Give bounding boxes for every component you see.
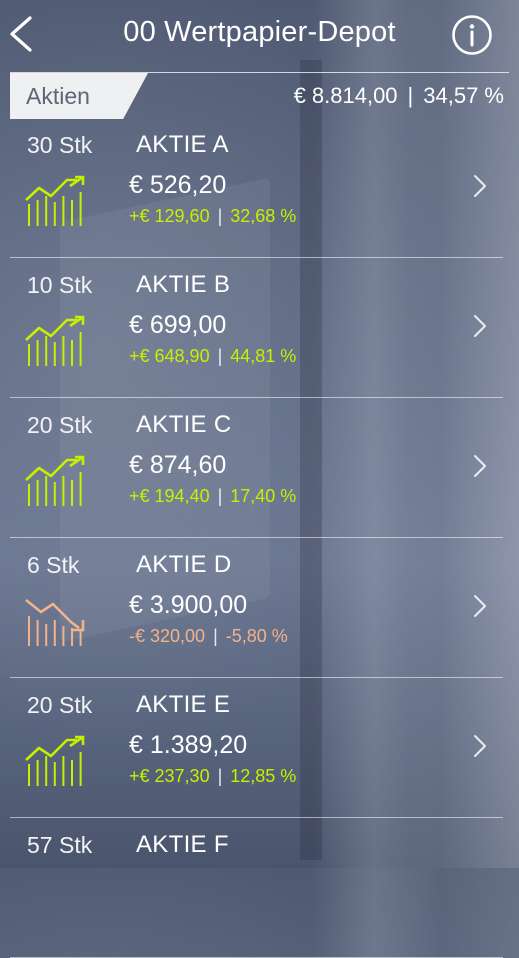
item-change: +€ 129,60 | 32,68 % xyxy=(129,206,296,227)
item-name: AKTIE A xyxy=(136,131,229,158)
chevron-right-icon xyxy=(474,595,486,617)
trend-up-icon xyxy=(25,454,87,508)
separator: | xyxy=(213,626,218,646)
item-change-amount: +€ 129,60 xyxy=(129,206,210,226)
page-title: 00 Wertpapier-Depot xyxy=(123,16,396,48)
item-quantity: 20 Stk xyxy=(27,692,93,718)
item-quantity: 10 Stk xyxy=(27,272,93,298)
section-summary: € 8.814,00 | 34,57 % xyxy=(294,83,504,109)
item-change-percent: 12,85 % xyxy=(230,766,297,786)
separator: | xyxy=(217,346,223,366)
item-change: -€ 320,00 | -5,80 % xyxy=(129,626,288,647)
item-change: +€ 194,40 | 17,40 % xyxy=(129,486,296,507)
list-item-6[interactable]: 57 Stk AKTIE F | xyxy=(10,818,503,958)
separator: | xyxy=(217,486,223,506)
item-change-percent: 44,81 % xyxy=(230,346,297,366)
item-change-amount: +€ 237,30 xyxy=(129,766,210,786)
item-change-percent: 32,68 % xyxy=(230,206,297,226)
app-header: 00 Wertpapier-Depot xyxy=(0,0,519,70)
stock-list: 30 Stk AKTIE A € 526,20 +€ 129,60 | 32,68 … xyxy=(10,118,503,958)
item-name: AKTIE E xyxy=(136,691,231,718)
list-item-5[interactable]: 20 Stk AKTIE E € 1.389,20 +€ 237,30 | 12,8… xyxy=(10,678,503,818)
item-price: € 699,00 xyxy=(129,311,227,339)
section-total: € 8.814,00 xyxy=(293,83,398,108)
chevron-right-icon xyxy=(474,315,486,337)
item-name: AKTIE B xyxy=(136,271,231,298)
trend-up-icon xyxy=(25,734,87,788)
item-quantity: 57 Stk xyxy=(27,832,93,858)
separator: | xyxy=(407,83,414,108)
item-name: AKTIE D xyxy=(136,551,232,578)
section-label: Aktien xyxy=(26,83,90,109)
item-change-amount: +€ 648,90 xyxy=(129,346,210,366)
separator: | xyxy=(217,206,223,226)
trend-up-icon xyxy=(25,174,87,228)
chevron-right-icon xyxy=(474,735,486,757)
item-name: AKTIE C xyxy=(136,411,232,438)
item-change: +€ 237,30 | 12,85 % xyxy=(129,766,296,787)
section-percent: 34,57 % xyxy=(423,83,504,108)
chevron-right-icon xyxy=(474,455,486,477)
item-change-percent: -5,80 % xyxy=(225,626,288,646)
separator: | xyxy=(217,766,223,786)
item-name: AKTIE F xyxy=(136,831,229,858)
list-item-3[interactable]: 20 Stk AKTIE C € 874,60 +€ 194,40 | 17,40 … xyxy=(10,398,503,538)
trend-up-icon xyxy=(25,874,87,928)
list-item-1[interactable]: 30 Stk AKTIE A € 526,20 +€ 129,60 | 32,68 … xyxy=(10,118,503,258)
item-change: +€ 648,90 | 44,81 % xyxy=(129,346,296,367)
item-price: € 1.389,20 xyxy=(129,731,248,759)
item-change-percent: 17,40 % xyxy=(230,486,297,506)
item-price: € 874,60 xyxy=(129,451,227,479)
item-quantity: 30 Stk xyxy=(27,132,93,158)
item-change-amount: -€ 320,00 xyxy=(129,626,206,646)
item-price: € 3.900,00 xyxy=(129,591,248,619)
list-item-4[interactable]: 6 Stk AKTIE D € 3.900,00 -€ 320,00 | -5,80… xyxy=(10,538,503,678)
section-header: Aktien € 8.814,00 | 34,57 % xyxy=(10,72,509,119)
list-item-2[interactable]: 10 Stk AKTIE B € 699,00 +€ 648,90 | 44,81 … xyxy=(10,258,503,398)
trend-down-icon xyxy=(25,594,87,648)
chevron-right-icon xyxy=(474,175,486,197)
item-change-amount: +€ 194,40 xyxy=(129,486,210,506)
item-quantity: 20 Stk xyxy=(27,412,93,438)
trend-up-icon xyxy=(25,314,87,368)
info-button[interactable] xyxy=(451,14,493,56)
item-price: € 526,20 xyxy=(129,171,227,199)
item-quantity: 6 Stk xyxy=(27,552,80,578)
info-icon xyxy=(452,15,492,55)
